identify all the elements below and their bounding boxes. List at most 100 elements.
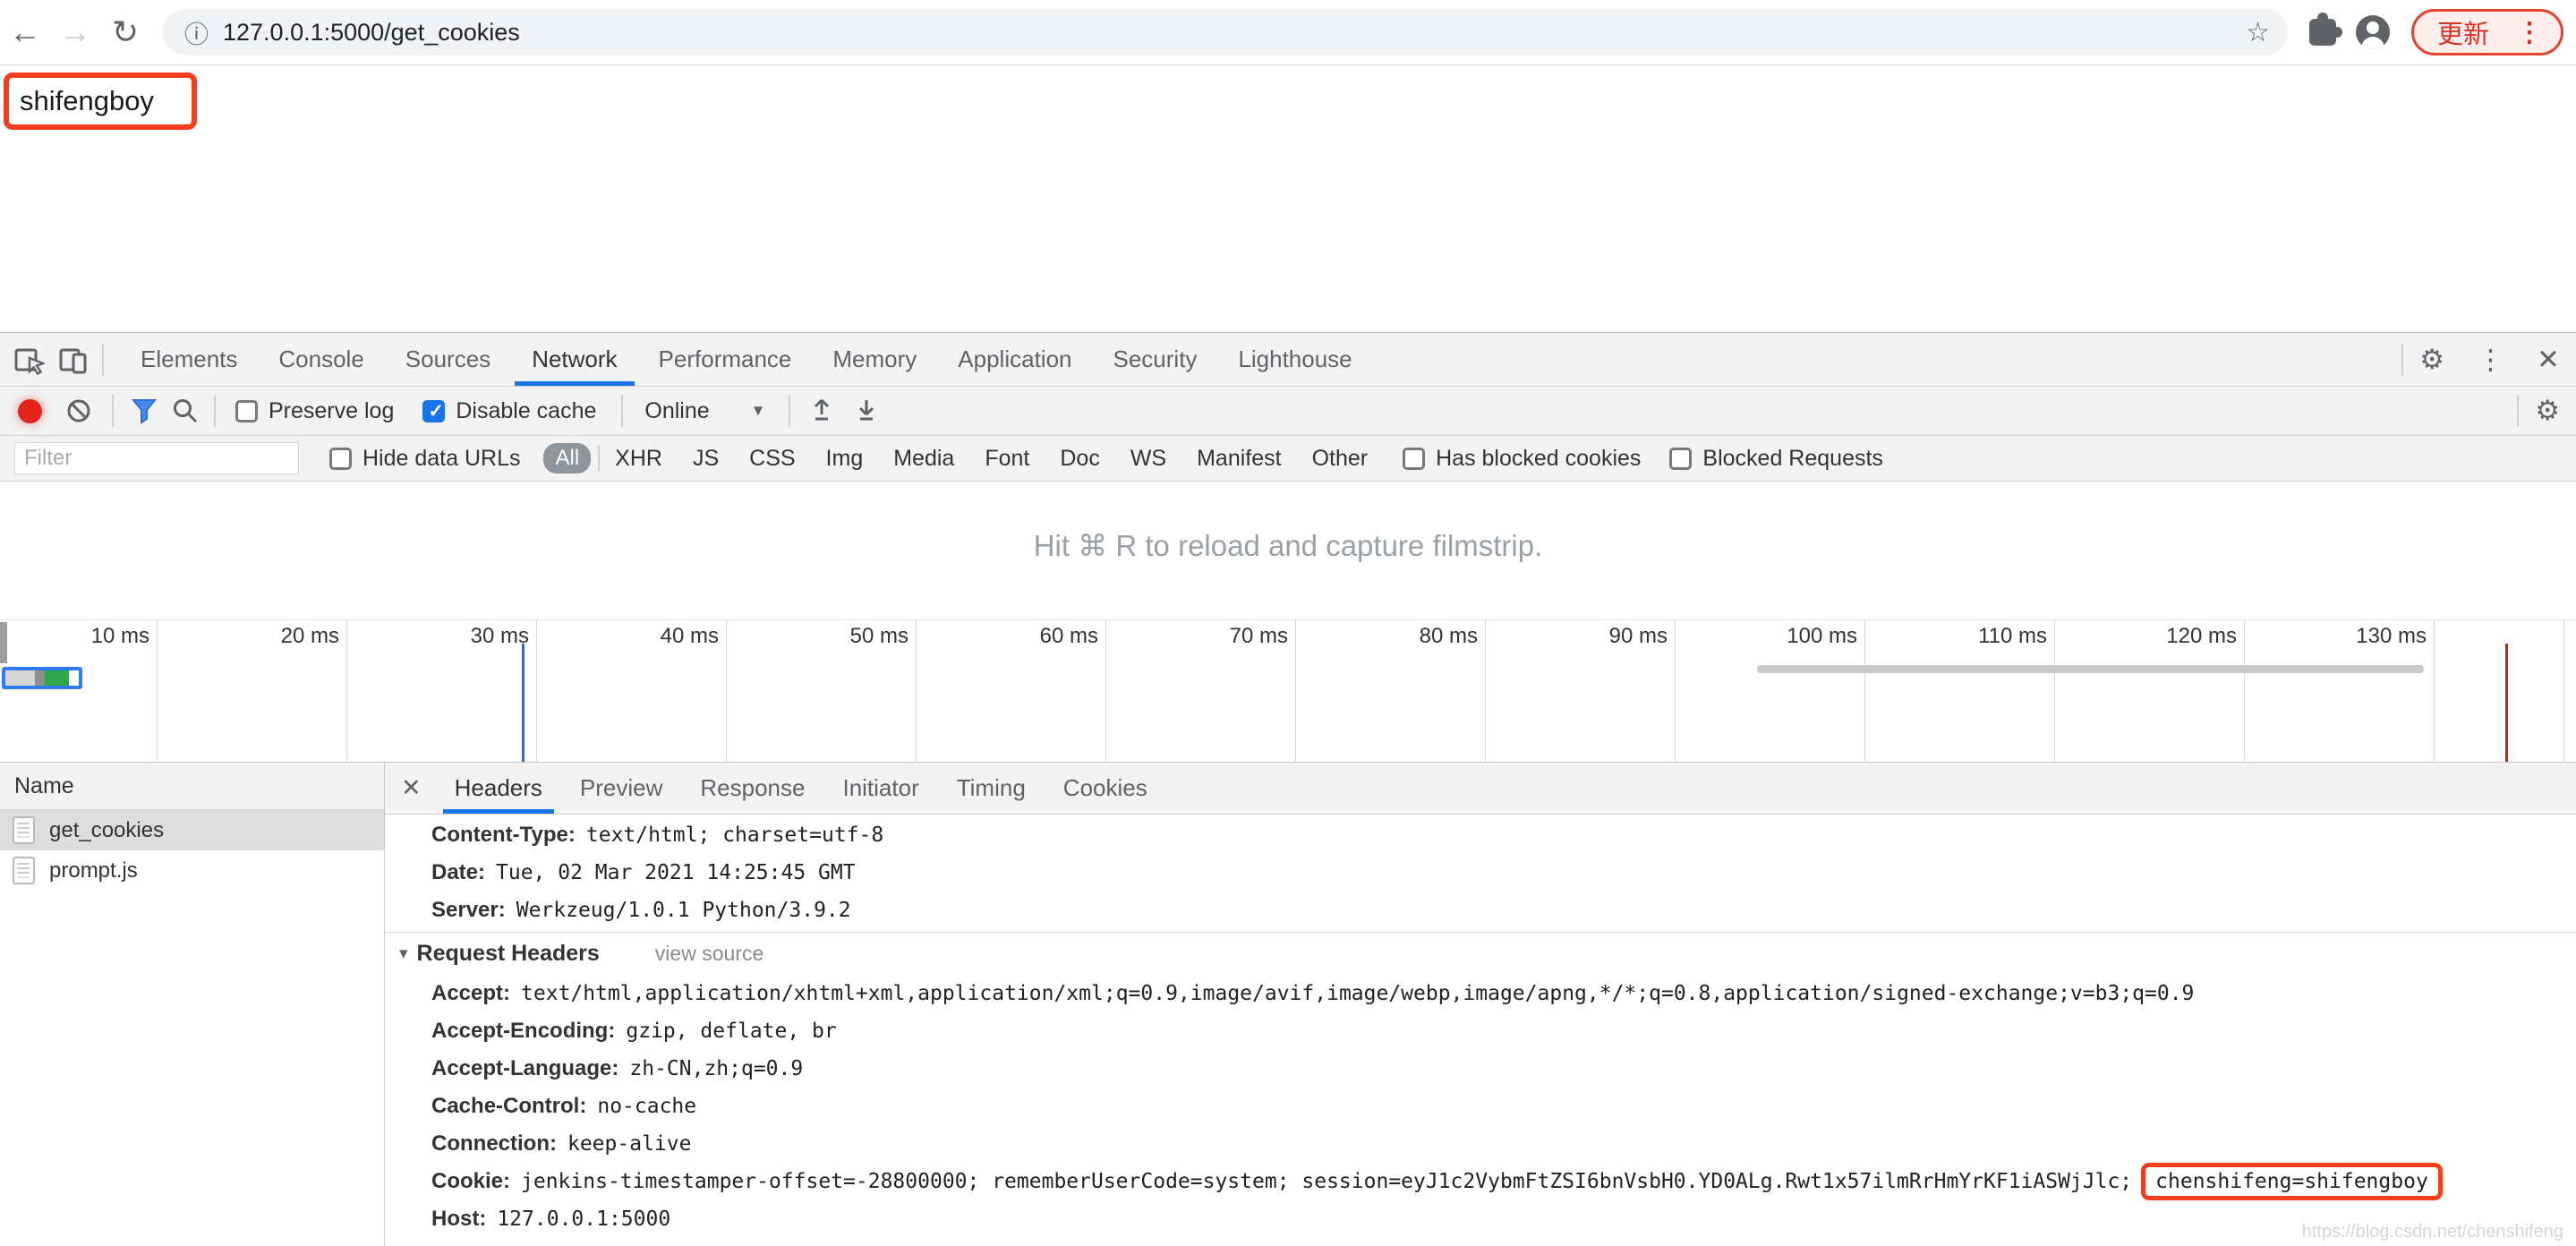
export-har-icon[interactable] <box>853 397 880 424</box>
header-value: gzip, deflate, br <box>626 1020 837 1043</box>
headers-content[interactable]: Content-Type: text/html; charset=utf-8 D… <box>385 815 2576 1246</box>
tab-timing[interactable]: Timing <box>938 763 1045 814</box>
divider <box>2401 343 2404 376</box>
response-header-row: Content-Type: text/html; charset=utf-8 <box>385 816 2576 854</box>
filter-type-other[interactable]: Other <box>1312 446 1369 472</box>
request-row-prompt-js[interactable]: prompt.js <box>0 850 384 891</box>
collapse-triangle-icon[interactable]: ▾ <box>399 943 408 964</box>
blocked-requests-label[interactable]: Blocked Requests <box>1702 446 1883 472</box>
has-blocked-cookies-checkbox[interactable] <box>1403 447 1426 470</box>
filter-type-css[interactable]: CSS <box>749 446 795 472</box>
tab-sources[interactable]: Sources <box>385 333 511 386</box>
disable-cache-label[interactable]: Disable cache <box>456 398 596 424</box>
tick-label: 80 ms <box>1419 624 1478 648</box>
record-network-log-icon[interactable] <box>18 398 42 423</box>
browser-toolbar: ← → ↻ ⓘ 127.0.0.1:5000/get_cookies ☆ 更新 … <box>0 0 2576 65</box>
request-name: get_cookies <box>49 817 165 842</box>
view-source-link[interactable]: view source <box>655 942 763 966</box>
tab-elements[interactable]: Elements <box>120 333 258 386</box>
tab-performance[interactable]: Performance <box>638 333 813 386</box>
tab-security[interactable]: Security <box>1093 333 1218 386</box>
request-waterfall-bar-selected[interactable] <box>2 667 82 689</box>
tab-preview[interactable]: Preview <box>561 763 681 814</box>
tick-label: 60 ms <box>1039 624 1098 648</box>
tab-response[interactable]: Response <box>681 763 823 814</box>
clear-network-log-icon[interactable] <box>65 397 92 424</box>
tab-memory[interactable]: Memory <box>812 333 937 386</box>
filter-type-img[interactable]: Img <box>826 446 864 472</box>
inspect-element-icon[interactable] <box>13 344 45 376</box>
tab-cookies[interactable]: Cookies <box>1045 763 1166 814</box>
tab-headers[interactable]: Headers <box>436 763 561 814</box>
reload-hint-text: Hit ⌘ R to reload and capture filmstrip. <box>1033 529 1543 562</box>
filter-type-all[interactable]: All <box>543 443 592 474</box>
chrome-update-button[interactable]: 更新 ⋮ <box>2410 9 2563 55</box>
filter-input[interactable] <box>14 442 299 474</box>
filter-type-js[interactable]: JS <box>693 446 719 472</box>
grid-line <box>916 620 917 762</box>
reload-icon[interactable]: ↻ <box>100 13 150 51</box>
url-bar[interactable]: ⓘ 127.0.0.1:5000/get_cookies ☆ <box>163 9 2288 55</box>
url-text[interactable]: 127.0.0.1:5000/get_cookies <box>223 19 2246 47</box>
filter-type-ws[interactable]: WS <box>1130 446 1166 472</box>
profile-avatar[interactable] <box>2355 15 2390 49</box>
divider <box>789 395 791 427</box>
preserve-log-checkbox[interactable] <box>235 399 258 422</box>
devtools-tabs: Elements Console Sources Network Perform… <box>120 333 1373 386</box>
site-info-icon[interactable]: ⓘ <box>184 15 209 50</box>
tick-label: 120 ms <box>2166 624 2237 648</box>
has-blocked-cookies-label[interactable]: Has blocked cookies <box>1436 446 1641 472</box>
browser-menu-icon[interactable]: ⋮ <box>2516 17 2543 48</box>
hide-data-urls-checkbox[interactable] <box>329 447 352 470</box>
forward-icon[interactable]: → <box>50 13 100 51</box>
request-waterfall-bar-long[interactable] <box>1757 665 2424 673</box>
filter-type-manifest[interactable]: Manifest <box>1197 446 1281 472</box>
header-name: Date: <box>431 860 486 884</box>
search-icon[interactable] <box>171 397 200 425</box>
tab-console[interactable]: Console <box>258 333 384 386</box>
blocked-requests-checkbox[interactable] <box>1669 447 1693 470</box>
timeline-left-handle[interactable] <box>0 622 7 663</box>
tab-network[interactable]: Network <box>511 333 637 386</box>
back-icon[interactable]: ← <box>0 13 50 51</box>
tab-lighthouse[interactable]: Lighthouse <box>1217 333 1372 386</box>
filter-type-xhr[interactable]: XHR <box>615 446 662 472</box>
header-name: Cookie: <box>431 1169 511 1193</box>
extensions-icon[interactable] <box>2308 13 2342 46</box>
request-headers-title: Request Headers <box>416 941 600 966</box>
close-detail-icon[interactable]: ✕ <box>401 774 422 802</box>
network-settings-gear-icon[interactable]: ⚙ <box>2535 395 2560 427</box>
throttling-dropdown-icon[interactable]: ▼ <box>751 402 766 420</box>
filter-type-doc[interactable]: Doc <box>1060 446 1099 472</box>
devtools-panel: Elements Console Sources Network Perform… <box>0 332 2576 1246</box>
request-row-get-cookies[interactable]: get_cookies <box>0 810 384 850</box>
device-toolbar-icon[interactable] <box>57 344 90 376</box>
tick-label: 110 ms <box>1978 624 2047 648</box>
throttling-select[interactable]: Online <box>644 398 709 424</box>
tick-label: 10 ms <box>90 624 149 648</box>
devtools-menu-icon[interactable]: ⋮ <box>2477 344 2504 376</box>
filter-funnel-icon[interactable] <box>130 397 158 425</box>
grid-line <box>2054 620 2055 762</box>
grid-line <box>346 620 347 762</box>
settings-gear-icon[interactable]: ⚙ <box>2419 344 2444 376</box>
import-har-icon[interactable] <box>808 397 835 424</box>
header-value: no-cache <box>597 1095 697 1118</box>
header-name: Accept-Language: <box>431 1056 619 1080</box>
devtools-close-icon[interactable]: ✕ <box>2537 344 2560 376</box>
filter-type-media[interactable]: Media <box>893 446 954 472</box>
request-headers-section[interactable]: ▾ Request Headers view source <box>385 933 2576 975</box>
network-overview-timeline[interactable]: 10 ms 20 ms 30 ms 40 ms 50 ms 60 ms 70 m… <box>0 619 2576 763</box>
divider <box>112 395 114 427</box>
tab-initiator[interactable]: Initiator <box>823 763 937 814</box>
name-column-header[interactable]: Name <box>0 763 384 810</box>
tab-application[interactable]: Application <box>937 333 1092 386</box>
filter-type-font[interactable]: Font <box>985 446 1029 472</box>
hide-data-urls-label[interactable]: Hide data URLs <box>363 446 520 472</box>
highlighted-page-text-box: shifengboy <box>4 73 197 130</box>
preserve-log-label[interactable]: Preserve log <box>269 398 394 424</box>
disable-cache-checkbox[interactable] <box>422 399 446 422</box>
network-bottom-split: Name get_cookies prompt.js ✕ Headers Pre… <box>0 763 2576 1246</box>
tick-label: 30 ms <box>470 624 529 648</box>
bookmark-star-icon[interactable]: ☆ <box>2246 17 2270 48</box>
